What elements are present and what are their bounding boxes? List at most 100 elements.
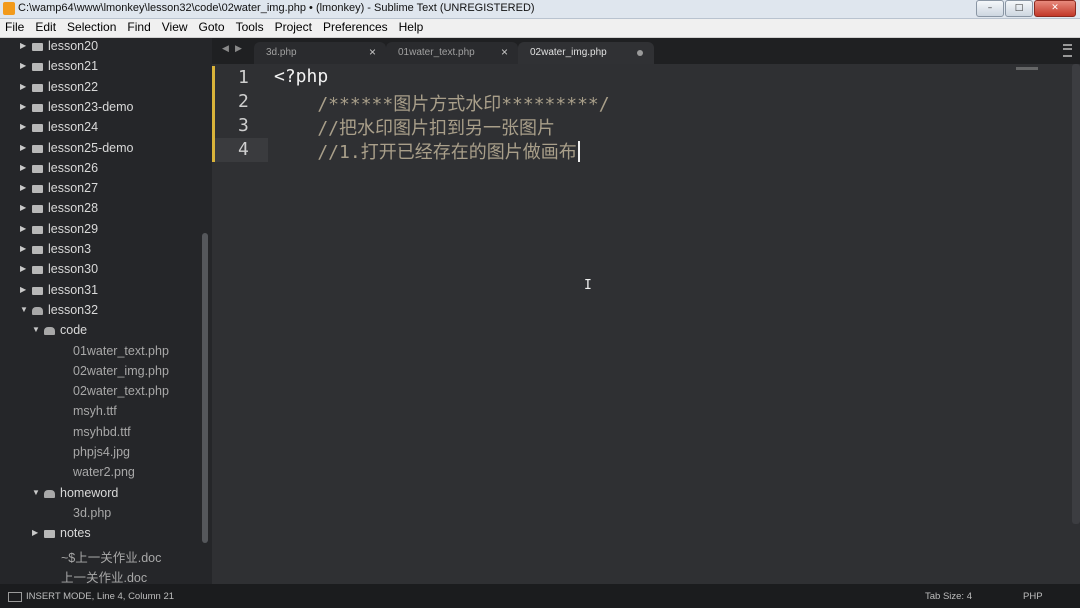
folder-icon bbox=[44, 327, 55, 336]
sidebar-scrollbar[interactable] bbox=[202, 233, 208, 543]
folder-icon bbox=[32, 164, 43, 173]
sidebar-file-tree: 上一关作业.doc ~$上一关作业.doc ▶ notes 3d.php ▼ homewor… bbox=[0, 38, 212, 584]
sidebar-item-label: water2.png bbox=[73, 465, 135, 480]
chevron-right-icon[interactable]: ▶ bbox=[20, 163, 26, 172]
chevron-right-icon[interactable]: ▶ bbox=[20, 143, 26, 152]
sidebar-folder-item[interactable]: ▼ lesson32 bbox=[0, 302, 200, 322]
sidebar-file-item[interactable]: 02water_img.php bbox=[0, 363, 200, 383]
tab-02water-img[interactable]: 02water_img.php bbox=[518, 42, 654, 64]
tab-01water-text[interactable]: 01water_text.php × bbox=[386, 42, 518, 64]
folder-icon bbox=[32, 286, 43, 295]
menu-help[interactable]: Help bbox=[394, 19, 430, 37]
sidebar-item-label: 01water_text.php bbox=[73, 343, 169, 358]
unsaved-dot-icon[interactable] bbox=[637, 50, 643, 56]
tab-next-icon[interactable]: ▶ bbox=[235, 44, 242, 54]
tab-size-indicator[interactable]: Tab Size: 4 bbox=[925, 591, 972, 602]
chevron-right-icon[interactable]: ▶ bbox=[20, 244, 26, 253]
chevron-right-icon[interactable]: ▶ bbox=[32, 528, 38, 537]
tab-3d-php[interactable]: 3d.php × bbox=[254, 42, 386, 64]
sidebar-file-item[interactable]: water2.png bbox=[0, 464, 200, 484]
chevron-right-icon[interactable]: ▶ bbox=[20, 61, 26, 70]
sidebar-folder-item[interactable]: ▶ lesson26 bbox=[0, 160, 200, 180]
code-line[interactable]: //把水印图片扣到另一张图片 bbox=[274, 114, 555, 139]
sidebar-file-item[interactable]: 3d.php bbox=[0, 505, 200, 525]
chevron-right-icon[interactable]: ▶ bbox=[20, 224, 26, 233]
sidebar-folder-item[interactable]: ▶ lesson20 bbox=[0, 38, 200, 58]
code-line[interactable]: <?php bbox=[274, 66, 328, 90]
sidebar-file-item[interactable]: ~$上一关作业.doc bbox=[0, 546, 200, 566]
chevron-right-icon[interactable]: ▶ bbox=[20, 82, 26, 91]
folder-icon bbox=[32, 225, 43, 234]
menu-selection[interactable]: Selection bbox=[62, 19, 122, 37]
window-title: C:\wamp64\www\lmonkey\lesson32\code\02wa… bbox=[18, 2, 535, 14]
tab-overflow-menu-icon[interactable] bbox=[1063, 44, 1072, 57]
menu-goto[interactable]: Goto bbox=[194, 19, 231, 37]
code-editor[interactable]: 1 2 3 4 <?php /******图片方式水印*********/ //… bbox=[212, 64, 1080, 584]
sidebar-folder-item[interactable]: ▶ lesson22 bbox=[0, 79, 200, 99]
chevron-right-icon[interactable]: ▶ bbox=[20, 203, 26, 212]
chevron-down-icon[interactable]: ▼ bbox=[32, 325, 40, 334]
menu-view[interactable]: View bbox=[157, 19, 194, 37]
code-line-current[interactable]: //1.打开已经存在的图片做画布 bbox=[274, 138, 580, 163]
chevron-right-icon[interactable]: ▶ bbox=[20, 183, 26, 192]
sidebar-folder-item[interactable]: ▶ lesson24 bbox=[0, 119, 200, 139]
menu-tools[interactable]: Tools bbox=[231, 19, 270, 37]
menu-find[interactable]: Find bbox=[122, 19, 156, 37]
chevron-right-icon[interactable]: ▶ bbox=[20, 122, 26, 131]
tab-label: 02water_img.php bbox=[530, 47, 607, 58]
sidebar-folder-item[interactable]: ▶ lesson21 bbox=[0, 58, 200, 78]
maximize-button[interactable]: □ bbox=[1005, 0, 1033, 17]
sidebar-folder-item[interactable]: ▼ code bbox=[0, 322, 200, 342]
chevron-right-icon[interactable]: ▶ bbox=[20, 102, 26, 111]
sidebar-item-label: 上一关作业.doc bbox=[61, 570, 148, 584]
sidebar-file-item[interactable]: msyh.ttf bbox=[0, 403, 200, 423]
sidebar-folder-item[interactable]: ▶ lesson23-demo bbox=[0, 99, 200, 119]
tab-prev-icon[interactable]: ◀ bbox=[222, 44, 229, 54]
sidebar-folder-item[interactable]: ▶ notes bbox=[0, 525, 200, 545]
chevron-right-icon[interactable]: ▶ bbox=[20, 285, 26, 294]
sidebar-item-label: lesson29 bbox=[48, 221, 99, 236]
sidebar-folder-item[interactable]: ▶ lesson28 bbox=[0, 200, 200, 220]
line-number: 2 bbox=[212, 90, 268, 114]
sidebar-item-label: lesson24 bbox=[48, 120, 99, 135]
line-number: 1 bbox=[212, 66, 268, 90]
sidebar-item-label: 02water_text.php bbox=[73, 384, 169, 399]
syntax-indicator[interactable]: PHP bbox=[1023, 591, 1043, 602]
sidebar-item-label: msyh.ttf bbox=[73, 404, 117, 419]
chevron-down-icon[interactable]: ▼ bbox=[32, 488, 40, 497]
sidebar-file-item[interactable]: 上一关作业.doc bbox=[0, 566, 200, 584]
close-tab-icon[interactable]: × bbox=[369, 45, 376, 59]
sidebar-item-label: lesson32 bbox=[48, 302, 99, 317]
chevron-down-icon[interactable]: ▼ bbox=[20, 305, 28, 314]
sidebar-folder-item[interactable]: ▶ lesson31 bbox=[0, 282, 200, 302]
sidebar-folder-item[interactable]: ▶ lesson3 bbox=[0, 241, 200, 261]
menu-bar: File Edit Selection Find View Goto Tools… bbox=[0, 19, 1080, 38]
menu-project[interactable]: Project bbox=[270, 19, 318, 37]
chevron-right-icon[interactable]: ▶ bbox=[20, 264, 26, 273]
minimize-button[interactable]: – bbox=[976, 0, 1004, 17]
close-button[interactable]: ✕ bbox=[1034, 0, 1076, 17]
close-tab-icon[interactable]: × bbox=[501, 45, 508, 59]
editor-scrollbar[interactable] bbox=[1072, 64, 1080, 524]
sidebar-folder-item[interactable]: ▶ lesson25-demo bbox=[0, 140, 200, 160]
panel-toggle-icon[interactable] bbox=[8, 592, 22, 602]
sidebar-folder-item[interactable]: ▶ lesson27 bbox=[0, 180, 200, 200]
sidebar-file-item[interactable]: msyhbd.ttf bbox=[0, 424, 200, 444]
sidebar-file-item[interactable]: phpjs4.jpg bbox=[0, 444, 200, 464]
sidebar-folder-item[interactable]: ▶ lesson29 bbox=[0, 221, 200, 241]
minimap[interactable] bbox=[1016, 67, 1038, 70]
sidebar-folder-item[interactable]: ▼ homeword bbox=[0, 485, 200, 505]
code-line[interactable]: /******图片方式水印*********/ bbox=[274, 90, 609, 115]
chevron-right-icon[interactable]: ▶ bbox=[20, 41, 26, 50]
folder-icon bbox=[32, 144, 43, 153]
folder-icon bbox=[32, 63, 43, 72]
sidebar-folder-item[interactable]: ▶ lesson30 bbox=[0, 261, 200, 281]
menu-preferences[interactable]: Preferences bbox=[318, 19, 394, 37]
sidebar-file-item[interactable]: 01water_text.php bbox=[0, 343, 200, 363]
sidebar-item-label: 02water_img.php bbox=[73, 363, 169, 378]
menu-edit[interactable]: Edit bbox=[30, 19, 62, 37]
menu-file[interactable]: File bbox=[0, 19, 30, 37]
sidebar-item-label: lesson28 bbox=[48, 201, 99, 216]
sidebar-file-item[interactable]: 02water_text.php bbox=[0, 383, 200, 403]
sidebar-item-label: lesson25-demo bbox=[48, 140, 134, 155]
